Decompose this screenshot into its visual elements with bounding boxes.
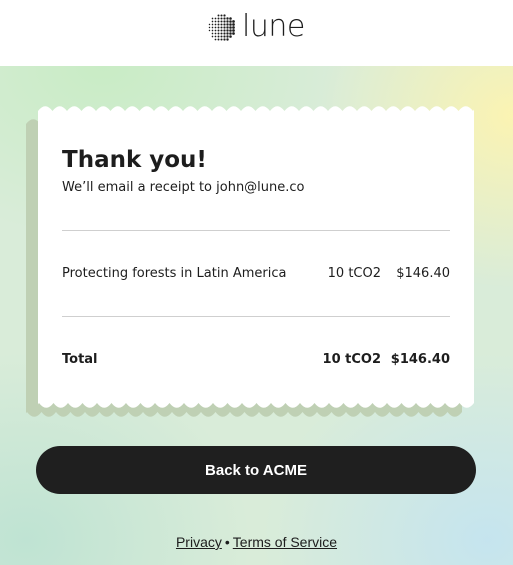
divider — [62, 230, 450, 231]
logo-dot — [220, 23, 223, 26]
logo-dot — [226, 20, 229, 23]
logo-dot — [217, 23, 220, 26]
logo-dot — [214, 23, 217, 26]
total-row: Total 10 tCO2 $146.40 — [62, 352, 450, 372]
logo-dot — [217, 29, 220, 32]
logo-dot — [211, 23, 214, 26]
receipt-email-message: We’ll email a receipt to john@lune.co — [62, 180, 305, 195]
logo-dot — [223, 32, 226, 35]
privacy-link[interactable]: Privacy — [176, 534, 222, 550]
footer-separator: • — [224, 534, 230, 550]
logo-dot — [211, 29, 214, 32]
logo-dot — [229, 20, 232, 23]
logo-dot — [217, 38, 220, 41]
logo-dot — [217, 14, 220, 17]
logo-dot — [220, 20, 223, 23]
total-quantity: 10 tCO2 — [322, 352, 381, 367]
total-price: $146.40 — [390, 352, 450, 367]
logo-dot — [208, 26, 211, 29]
logo-dot — [220, 26, 223, 29]
footer-links: Privacy • Terms of Service — [0, 534, 513, 550]
line-item-label: Protecting forests in Latin America — [62, 266, 287, 281]
logo-dot — [214, 26, 217, 29]
thank-you-heading: Thank you! — [62, 147, 207, 173]
logo-dot — [223, 20, 226, 23]
divider — [62, 316, 450, 317]
logo-dot — [217, 17, 220, 20]
logo-dot — [229, 26, 232, 29]
logo-dot — [223, 26, 226, 29]
logo-dot — [232, 23, 235, 26]
logo-dot — [214, 38, 217, 41]
brand-name: lune — [242, 9, 305, 44]
logo-dot — [223, 14, 226, 17]
logo-dot — [232, 29, 235, 32]
terms-of-service-link[interactable]: Terms of Service — [233, 534, 337, 550]
logo-dot — [220, 29, 223, 32]
logo-dot — [229, 32, 232, 35]
logo-dot — [220, 14, 223, 17]
back-to-merchant-button[interactable]: Back to ACME — [36, 446, 476, 494]
logo-dot — [217, 35, 220, 38]
logo-dot — [226, 17, 229, 20]
logo-dot — [232, 26, 235, 29]
logo-dot — [223, 38, 226, 41]
logo-dot — [229, 29, 232, 32]
logo-dot — [214, 35, 217, 38]
logo-dot — [223, 29, 226, 32]
logo-dot — [229, 35, 232, 38]
brand-logo[interactable]: lune — [208, 9, 305, 44]
logo-dot — [223, 23, 226, 26]
line-item-quantity: 10 tCO2 — [327, 266, 381, 281]
logo-dot — [217, 32, 220, 35]
logo-dot — [220, 17, 223, 20]
logo-dot — [217, 26, 220, 29]
logo-dot — [223, 17, 226, 20]
logo-dot — [211, 32, 214, 35]
logo-dot — [220, 32, 223, 35]
logo-dot — [232, 20, 235, 23]
logo-dot — [211, 17, 214, 20]
logo-dot — [211, 20, 214, 23]
logo-dot — [214, 32, 217, 35]
logo-dot — [208, 29, 211, 32]
total-label: Total — [62, 352, 98, 367]
logo-dot — [214, 17, 217, 20]
logo-dot — [220, 38, 223, 41]
logo-dot — [226, 26, 229, 29]
logo-dot — [220, 35, 223, 38]
logo-dot — [226, 29, 229, 32]
logo-dot — [214, 29, 217, 32]
logo-dot — [226, 23, 229, 26]
logo-dot — [214, 20, 217, 23]
logo-dot — [229, 23, 232, 26]
logo-dot — [208, 23, 211, 26]
logo-dot — [226, 38, 229, 41]
logo-dot — [229, 17, 232, 20]
lune-logo-icon — [208, 14, 235, 41]
logo-dot — [211, 35, 214, 38]
logo-dot — [217, 20, 220, 23]
logo-dot — [226, 32, 229, 35]
logo-dot — [232, 32, 235, 35]
line-item-price: $146.40 — [396, 266, 450, 281]
header: lune — [0, 0, 513, 66]
logo-dot — [226, 35, 229, 38]
logo-dot — [211, 26, 214, 29]
line-item-row: Protecting forests in Latin America 10 t… — [62, 266, 450, 286]
logo-dot — [223, 35, 226, 38]
